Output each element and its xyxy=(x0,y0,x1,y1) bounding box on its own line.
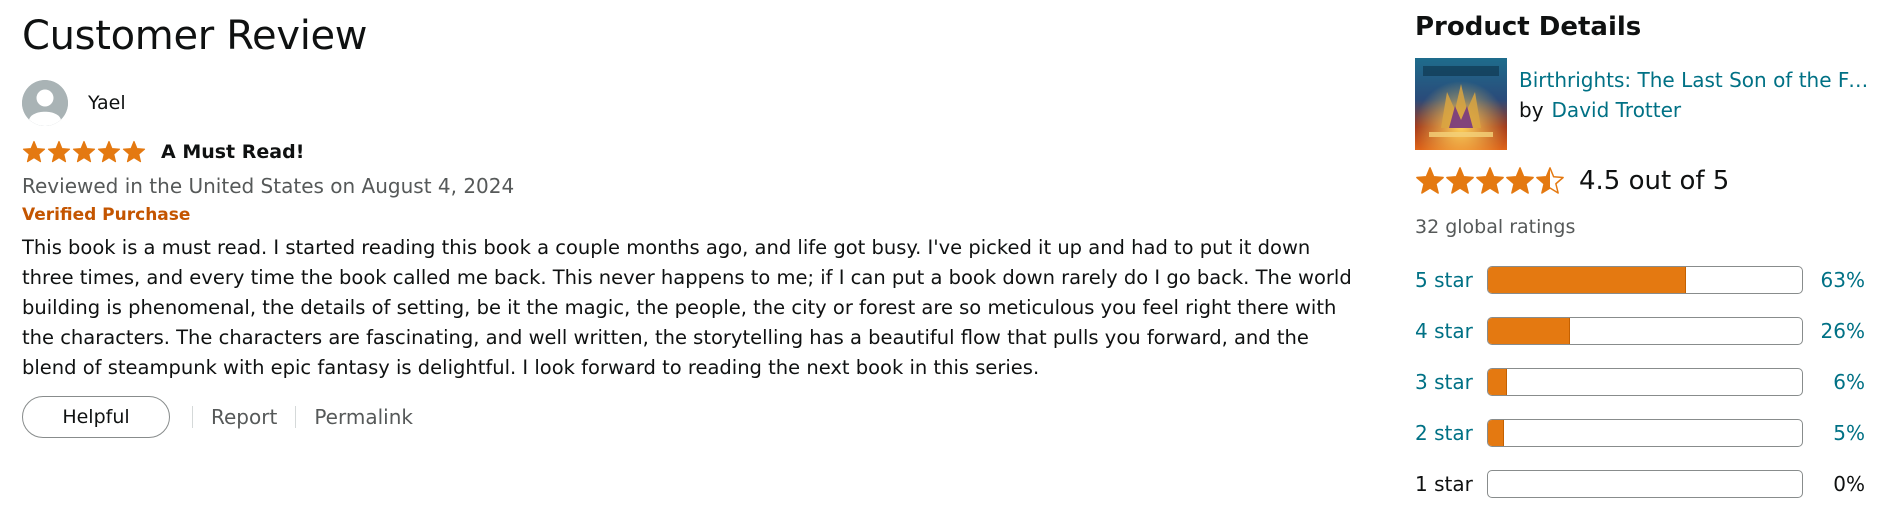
histogram-bar-fill xyxy=(1488,266,1686,293)
overall-rating-text: 4.5 out of 5 xyxy=(1579,166,1730,196)
divider xyxy=(192,406,193,428)
byline: by David Trotter xyxy=(1519,96,1873,124)
product-details-panel: Product Details Birthrights: The Last So… xyxy=(1415,0,1875,509)
person-icon xyxy=(22,80,68,126)
star-icon xyxy=(1506,167,1534,194)
histogram-bar xyxy=(1487,469,1803,498)
review-title-row: A Must Read! xyxy=(22,138,1362,166)
histogram-label[interactable]: 2 star xyxy=(1415,421,1487,445)
star-icon xyxy=(72,140,96,163)
histogram-bar[interactable] xyxy=(1487,316,1803,345)
reviewer: Yael xyxy=(22,80,1362,126)
review-date: Reviewed in the United States on August … xyxy=(22,174,515,198)
histogram-label[interactable]: 3 star xyxy=(1415,370,1487,394)
review-body: This book is a must read. I started read… xyxy=(22,236,1352,379)
author-link[interactable]: David Trotter xyxy=(1552,98,1682,122)
review-actions: Helpful Report Permalink xyxy=(22,395,1362,439)
verified-purchase-badge[interactable]: Verified Purchase xyxy=(22,203,1362,227)
star-icon xyxy=(97,140,121,163)
histogram-bar-fill xyxy=(1488,368,1507,395)
helpful-button[interactable]: Helpful xyxy=(22,396,170,438)
star-icon xyxy=(122,140,146,163)
histogram-bar[interactable] xyxy=(1487,367,1803,396)
star-icon xyxy=(1446,167,1474,194)
histogram-row[interactable]: 2 star 5% xyxy=(1415,407,1875,458)
histogram-row[interactable]: 3 star 6% xyxy=(1415,356,1875,407)
histogram-row[interactable]: 5 star 63% xyxy=(1415,254,1875,305)
by-label: by xyxy=(1519,98,1544,122)
review-panel: Customer Review Yael A Must Read! Review… xyxy=(22,0,1362,439)
product-details-title: Product Details xyxy=(1415,12,1642,42)
reviewer-name[interactable]: Yael xyxy=(88,92,126,114)
overall-rating: 4.5 out of 5 xyxy=(1415,162,1875,200)
overall-star-rating[interactable] xyxy=(1415,166,1565,196)
divider xyxy=(295,406,297,428)
rating-histogram: 5 star 63% 4 star 26% 3 star 6% 2 star 5% 1 star… xyxy=(1415,254,1875,509)
histogram-percent[interactable]: 26% xyxy=(1803,319,1865,343)
page-title: Customer Review xyxy=(22,13,368,59)
histogram-label: 1 star xyxy=(1415,471,1473,496)
histogram-percent[interactable]: 5% xyxy=(1803,421,1865,445)
star-icon xyxy=(1536,167,1564,194)
histogram-percent: 0% xyxy=(1833,471,1865,496)
histogram-row: 1 star 0% xyxy=(1415,458,1875,509)
histogram-bar[interactable] xyxy=(1487,265,1803,294)
avatar xyxy=(22,80,68,126)
histogram-label[interactable]: 4 star xyxy=(1415,319,1487,343)
star-icon xyxy=(1476,167,1504,194)
histogram-bar[interactable] xyxy=(1487,418,1803,447)
product-summary: Birthrights: The Last Son of the Fe... b… xyxy=(1415,58,1875,150)
histogram-bar-fill xyxy=(1488,317,1570,344)
report-link[interactable]: Report xyxy=(211,405,277,429)
product-info: Birthrights: The Last Son of the Fe... b… xyxy=(1519,58,1873,150)
review-title[interactable]: A Must Read! xyxy=(161,141,304,163)
star-icon xyxy=(47,140,71,163)
permalink-link[interactable]: Permalink xyxy=(314,405,413,429)
product-title-link[interactable]: Birthrights: The Last Son of the Fe... xyxy=(1519,66,1873,94)
star-icon xyxy=(1416,167,1444,194)
global-ratings-count: 32 global ratings xyxy=(1415,216,1576,238)
histogram-percent[interactable]: 63% xyxy=(1803,268,1865,292)
book-cover-image[interactable] xyxy=(1415,58,1507,150)
review-star-rating[interactable] xyxy=(22,140,147,164)
star-icon xyxy=(22,140,46,163)
histogram-label[interactable]: 5 star xyxy=(1415,268,1487,292)
histogram-row[interactable]: 4 star 26% xyxy=(1415,305,1875,356)
histogram-bar-fill xyxy=(1488,419,1504,446)
histogram-percent[interactable]: 6% xyxy=(1803,370,1865,394)
